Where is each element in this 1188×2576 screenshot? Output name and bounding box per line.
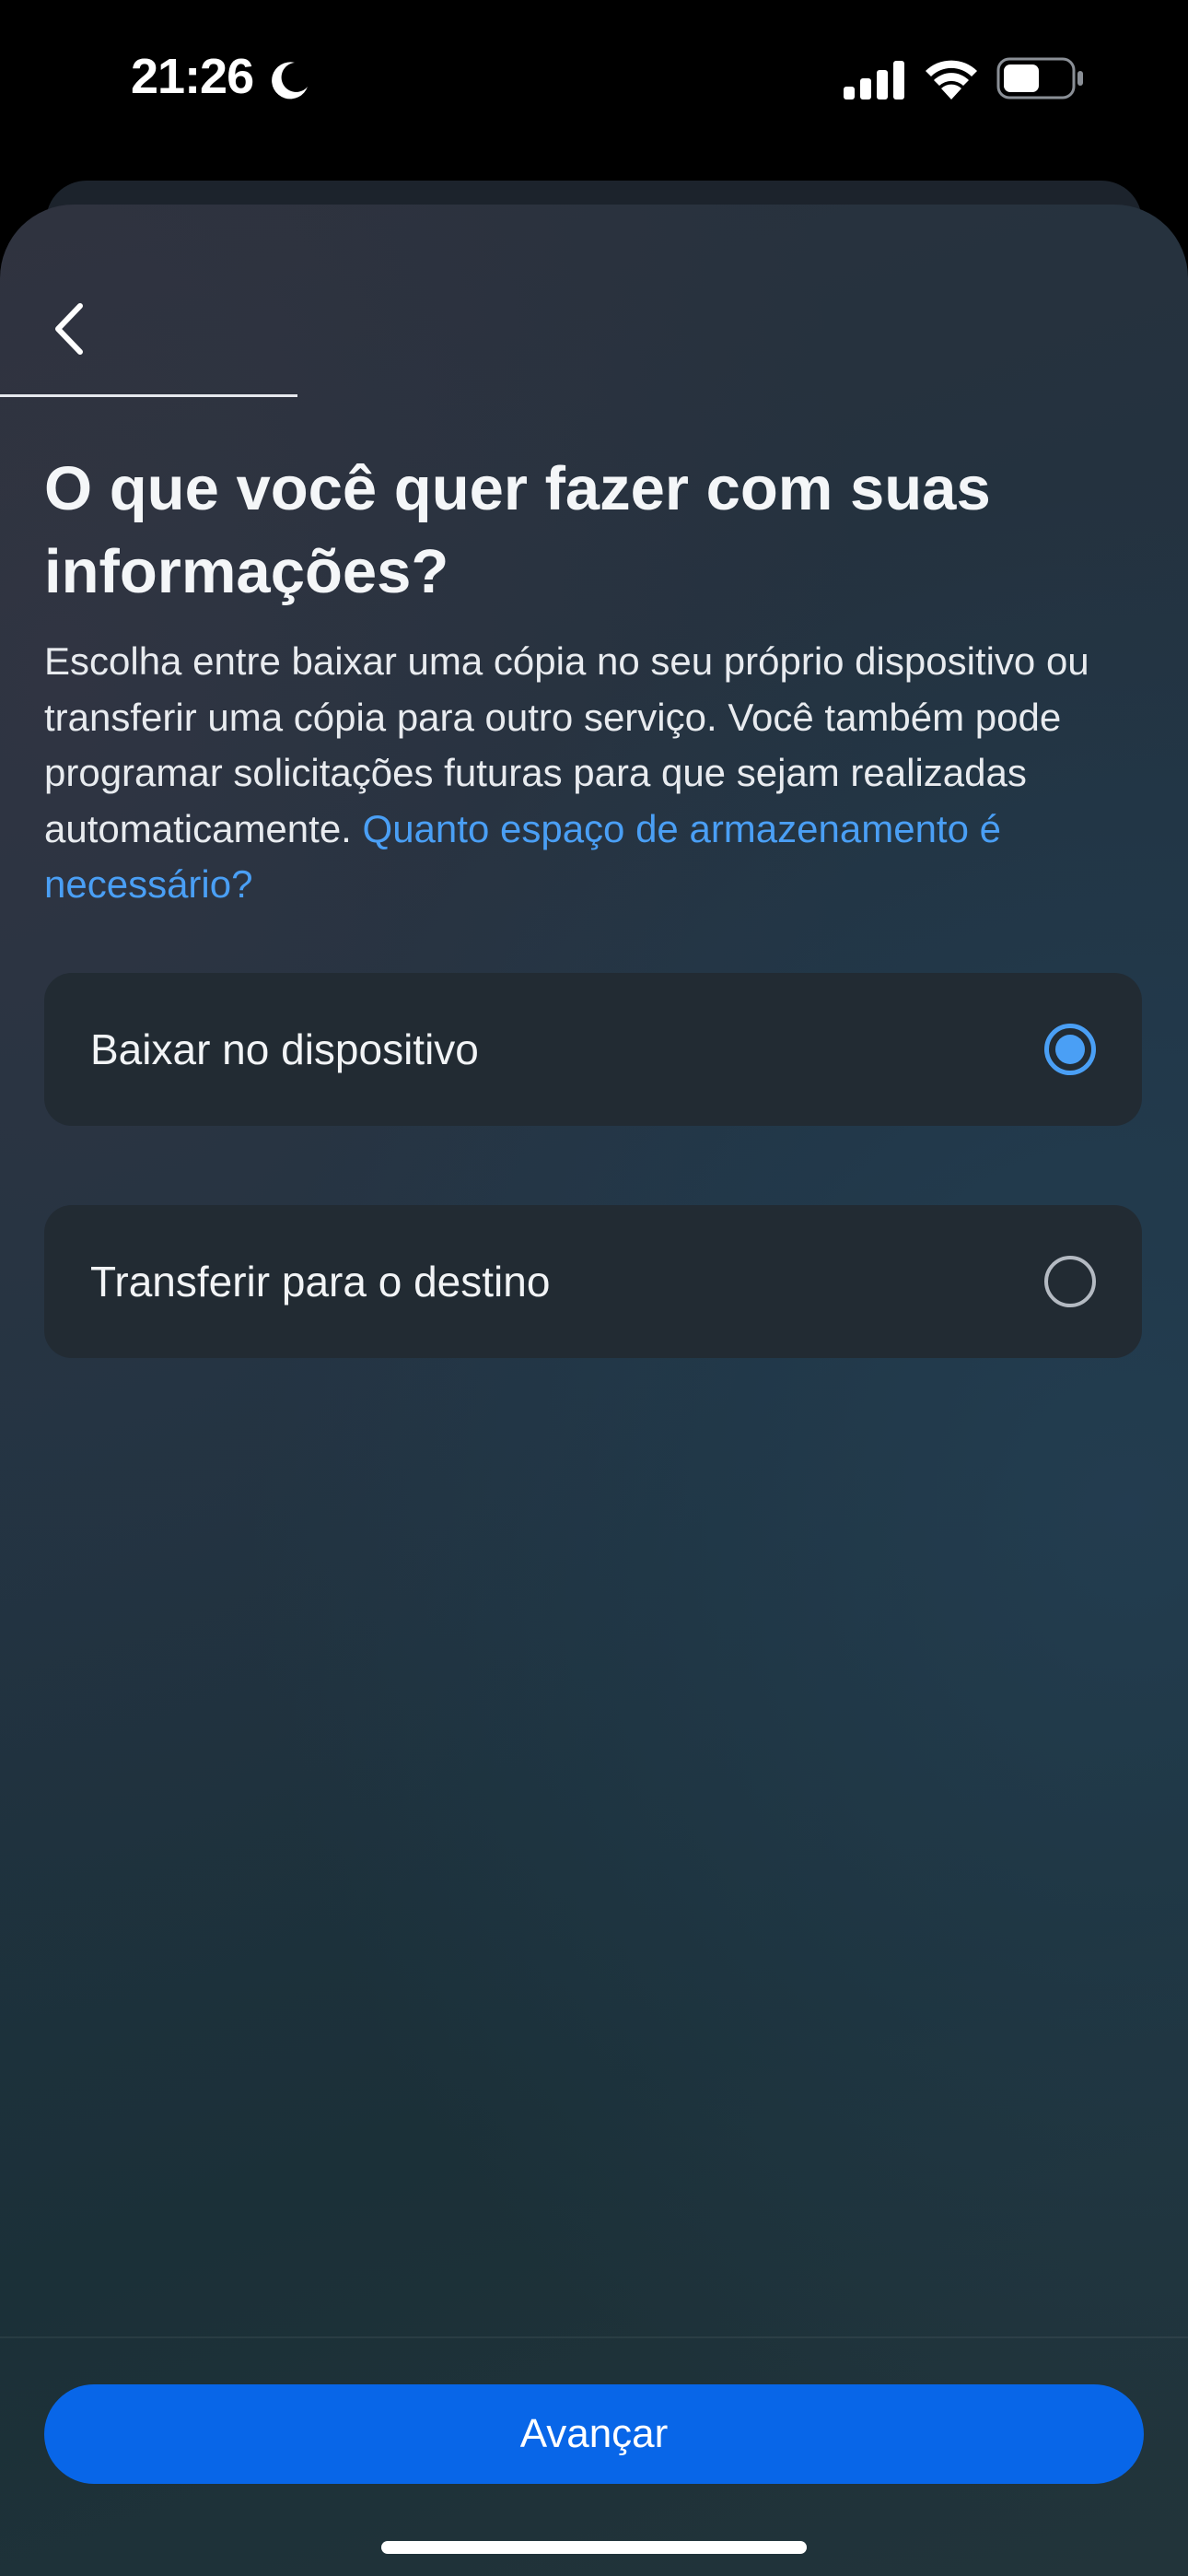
next-button[interactable]: Avançar [44, 2384, 1144, 2484]
home-indicator [381, 2541, 807, 2554]
radio-button-selected[interactable] [1044, 1024, 1096, 1075]
page-title: O que você quer fazer com suas informaçõ… [44, 454, 991, 606]
status-time: 21:26 [131, 49, 254, 104]
option-transfer-destination[interactable]: Transferir para o destino [44, 1205, 1142, 1358]
progress-fill [0, 394, 297, 397]
radio-button[interactable] [1044, 1256, 1096, 1307]
page-description: Escolha entre baixar uma cópia no seu pr… [44, 634, 1149, 913]
modal-sheet: O que você quer fazer com suas informaçõ… [0, 205, 1188, 2576]
chevron-left-icon [55, 303, 83, 355]
signal-icon [844, 61, 906, 104]
wifi-icon [923, 57, 980, 104]
footer-divider [0, 2336, 1188, 2338]
progress-bar [0, 394, 1188, 397]
option-label: Transferir para o destino [90, 1258, 551, 1306]
moon-icon [267, 59, 311, 108]
option-download-device[interactable]: Baixar no dispositivo [44, 973, 1142, 1126]
status-bar: 21:26 [0, 0, 1188, 157]
back-button[interactable] [37, 287, 101, 370]
option-label: Baixar no dispositivo [90, 1025, 479, 1073]
battery-icon [996, 57, 1085, 104]
